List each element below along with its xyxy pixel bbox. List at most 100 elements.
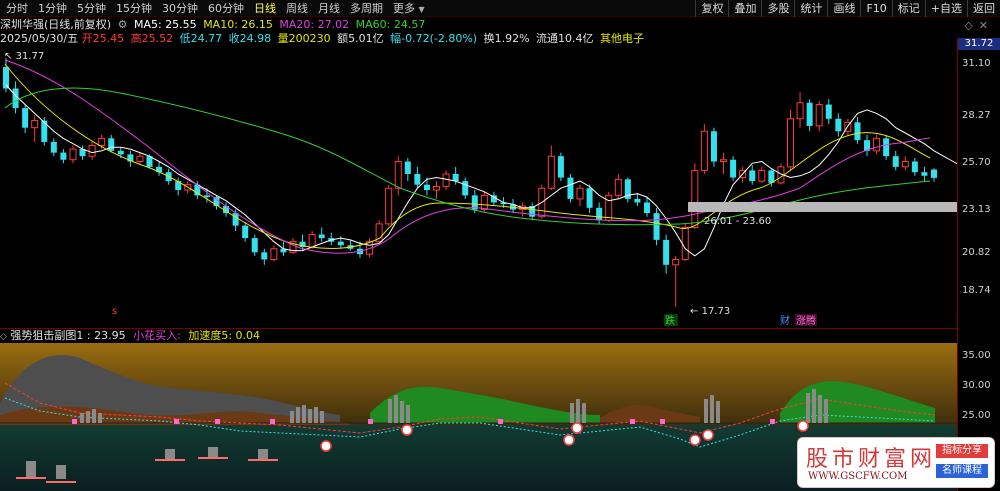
ma-info-line: 深圳华强(日线,前复权) ⚙ MA5: 25.55 MA10: 26.15 MA…: [0, 18, 428, 32]
mark-button[interactable]: 标记: [891, 0, 925, 17]
high-arrow-icon: ↖: [4, 51, 12, 62]
period-toolbar: 分时 1分钟 5分钟 15分钟 30分钟 60分钟 日线 周线 月线 多周期 更…: [0, 0, 1000, 17]
price-tick-6: 18.74: [962, 285, 991, 296]
period-multi[interactable]: 多周期: [350, 0, 383, 16]
candle-body: [786, 118, 794, 168]
diamond-icon[interactable]: ◇: [964, 19, 978, 32]
stock-name[interactable]: 深圳华强(日线,前复权): [0, 18, 111, 31]
statistics-button[interactable]: 统计: [794, 0, 827, 17]
candle-body: [22, 108, 29, 128]
candle-body: [136, 155, 144, 163]
expand-icon[interactable]: ◇: [0, 332, 7, 342]
price-tick-1: 31.10: [962, 58, 991, 69]
low-arrow-icon: ←: [690, 306, 698, 317]
window-controls: ◇✕: [964, 19, 994, 32]
xiaohua-label: 小花买入:: [133, 329, 181, 342]
candle-body: [452, 173, 459, 182]
candle-body: [653, 213, 660, 240]
event-marker-s: s: [112, 306, 117, 317]
sub-indicator-name[interactable]: 强势狙击副图1: [10, 329, 83, 342]
period-daily[interactable]: 日线: [254, 0, 276, 16]
candle-body: [901, 161, 909, 168]
period-1min[interactable]: 1分钟: [38, 0, 67, 16]
candle-body: [931, 169, 937, 178]
ma5-label: MA5: 25.55: [133, 18, 197, 31]
candle-body: [700, 130, 708, 171]
candle-body: [31, 120, 39, 129]
back-button[interactable]: 返回: [967, 0, 1000, 17]
ma5-series-line: [5, 84, 957, 257]
range-label: 26.01 - 23.60: [704, 216, 771, 227]
candle-body: [634, 198, 641, 203]
period-60min[interactable]: 60分钟: [208, 0, 244, 16]
high-price-value: 31.77: [16, 51, 45, 62]
candle-body: [758, 169, 766, 182]
buy-signal-icon: [702, 429, 714, 441]
ma60-label: MA60: 24.57: [355, 18, 426, 31]
candle-body: [385, 187, 393, 225]
period-fenshi[interactable]: 分时: [6, 0, 28, 16]
candle-body: [117, 150, 124, 155]
candle-body: [596, 207, 603, 221]
candle-body: [730, 159, 737, 178]
close-icon[interactable]: ✕: [979, 19, 994, 32]
candle-body: [308, 234, 316, 248]
candle-body: [749, 170, 756, 182]
event-zhangteng-badge: 涨腾: [796, 314, 816, 327]
fuquan-button[interactable]: 复权: [695, 0, 728, 17]
add-watchlist-button[interactable]: +自选: [924, 0, 967, 17]
candle-body: [720, 159, 728, 163]
period-monthly[interactable]: 月线: [318, 0, 340, 16]
candle-body: [691, 169, 699, 228]
candle-body: [423, 184, 430, 191]
price-axis: [957, 38, 1000, 491]
overlay-button[interactable]: 叠加: [728, 0, 761, 17]
sub-tick-1: 35.00: [962, 350, 991, 361]
f10-button[interactable]: F10: [860, 0, 891, 17]
draw-line-button[interactable]: 画线: [827, 0, 860, 17]
sub-panel-title: ◇ 强势狙击副图1 : 23.95 小花买入: 加速度5: 0.04: [0, 328, 957, 342]
sub-indicator-value: : 23.95: [86, 329, 126, 342]
period-more[interactable]: 更多 ▼: [393, 0, 425, 16]
price-tick-3: 25.70: [962, 157, 991, 168]
watermark-title: 股市财富网: [806, 447, 937, 472]
multi-stock-button[interactable]: 多股: [761, 0, 794, 17]
candle-body: [108, 138, 115, 151]
period-15min[interactable]: 15分钟: [116, 0, 152, 16]
settings-gear-icon[interactable]: ⚙: [118, 18, 128, 31]
buy-signal-icon: [320, 440, 332, 452]
candle-body: [251, 238, 258, 253]
candle-body: [681, 226, 689, 260]
draw-line-label: 画线: [833, 2, 856, 15]
candle-body: [433, 185, 441, 191]
candle-body: [414, 173, 421, 185]
period-5min[interactable]: 5分钟: [77, 0, 106, 16]
multi-stock-label: 多股: [767, 2, 790, 15]
candle-body: [203, 195, 210, 198]
period-30min[interactable]: 30分钟: [162, 0, 198, 16]
chevron-down-icon: ▼: [418, 5, 425, 14]
candle-body: [815, 104, 823, 127]
sub-tick-3: 25.00: [962, 410, 991, 421]
watermark-url: WWW.GSCFW.COM: [808, 471, 908, 482]
accel-label: 加速度5: 0.04: [188, 329, 261, 342]
candle-body: [404, 161, 411, 174]
low-price-value: 17.73: [702, 306, 731, 317]
buy-signal-icon: [563, 434, 575, 446]
period-weekly[interactable]: 周线: [286, 0, 308, 16]
statistics-label: 统计: [800, 2, 823, 15]
candle-body: [557, 156, 564, 178]
candle-body: [480, 194, 488, 211]
buy-signal-icon: [797, 420, 809, 432]
candle-body: [547, 155, 555, 189]
candlestick-chart[interactable]: 26.01 - 23.60 ↖ 31.77 ← 17.73 s 跌 财 涨腾: [0, 38, 957, 328]
price-tick-4: 23.13: [962, 204, 991, 215]
candle-body: [806, 102, 813, 126]
candle-body: [462, 181, 469, 196]
candle-body: [921, 172, 928, 176]
low-price-label: ← 17.73: [690, 306, 730, 317]
candle-body: [12, 88, 19, 109]
price-tick-2: 28.27: [962, 110, 991, 121]
buy-signal-icon: [571, 422, 583, 434]
overlay-label: 叠加: [734, 2, 757, 15]
